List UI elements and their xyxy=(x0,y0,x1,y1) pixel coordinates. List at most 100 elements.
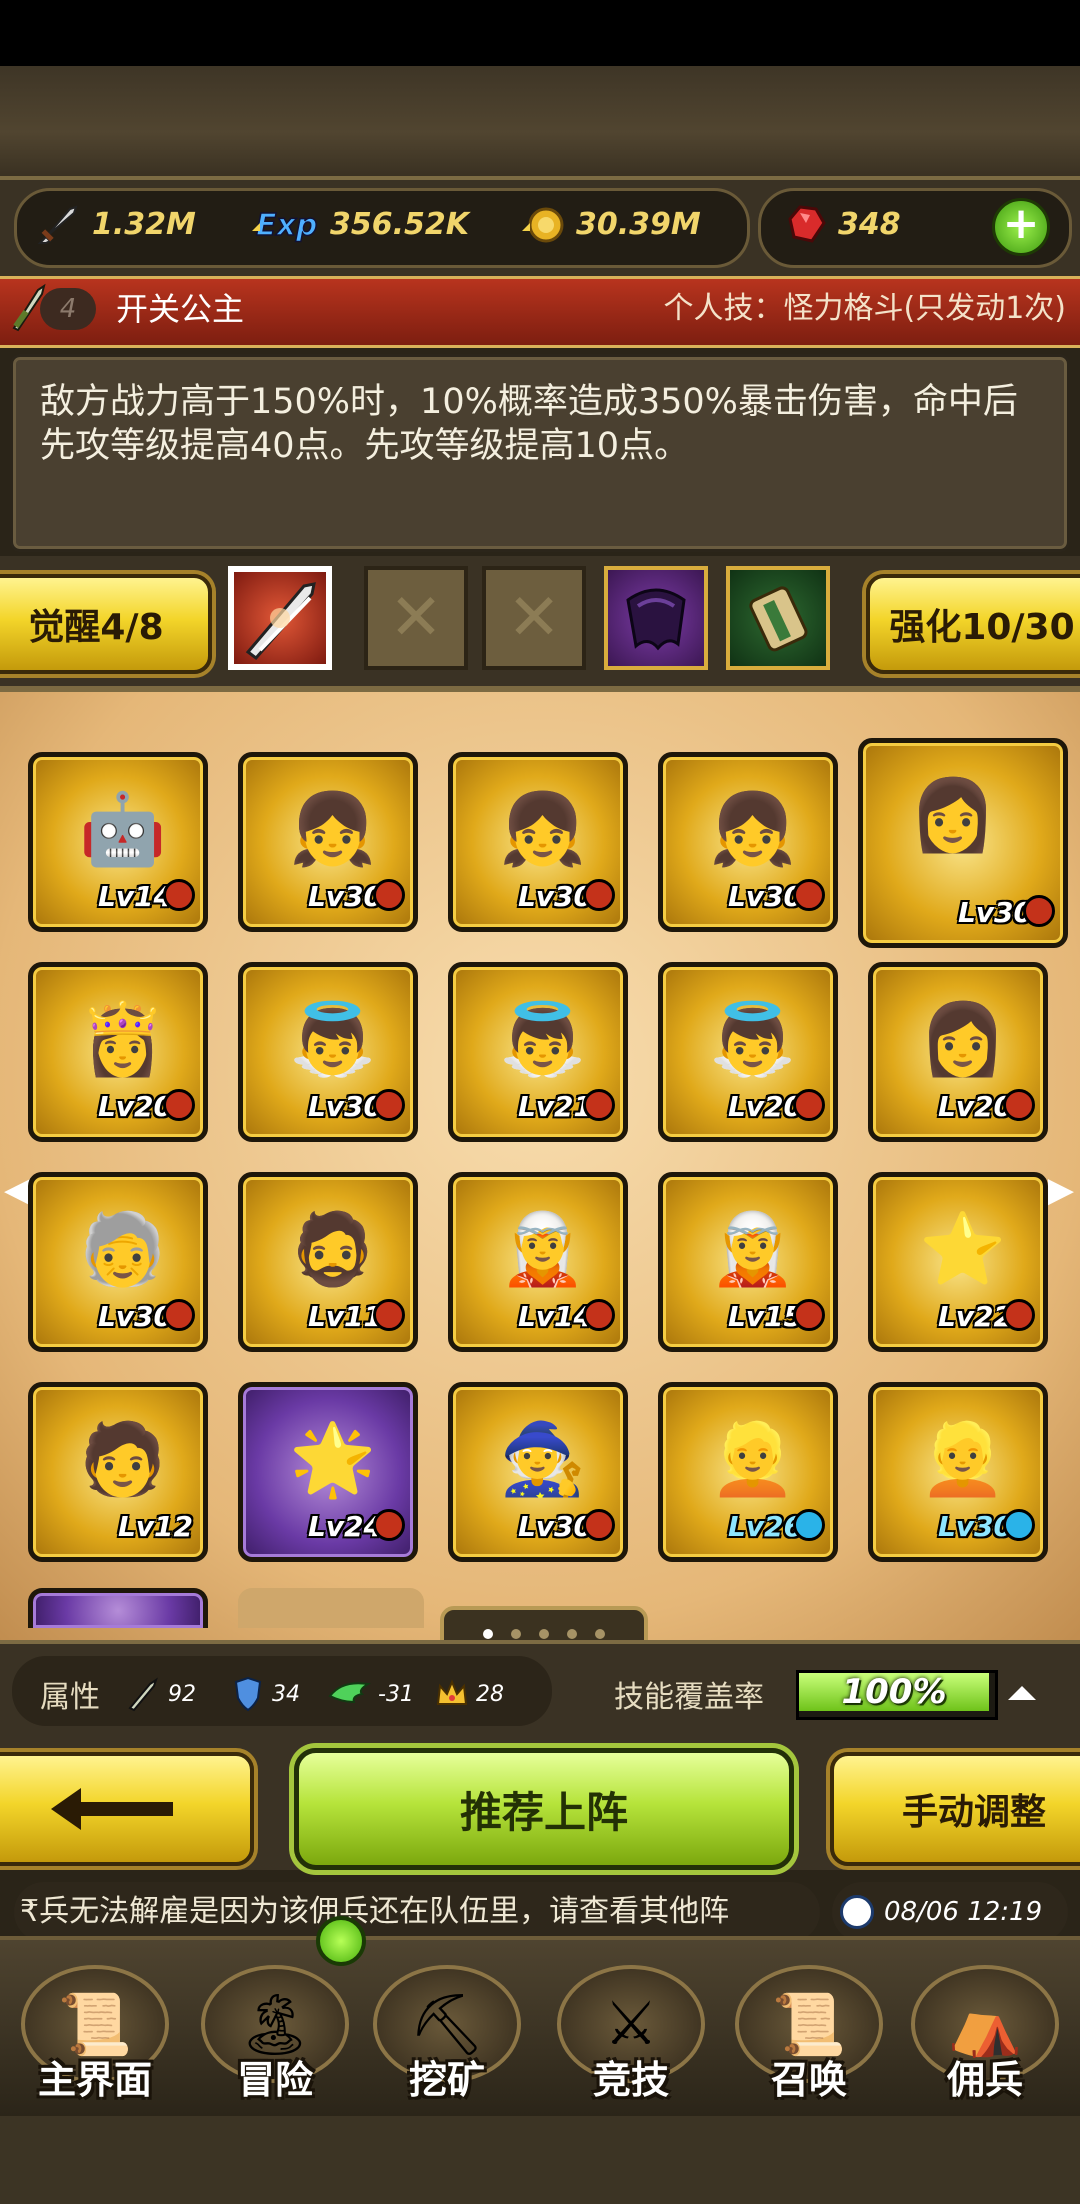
hero-level: Lv21 xyxy=(517,1090,593,1123)
exp-icon: Exp xyxy=(250,201,320,247)
equip-slot-empty-2[interactable]: ✕ xyxy=(482,566,586,670)
bottom-decoration xyxy=(0,2116,1080,2204)
nav-main-label: 主界面 xyxy=(37,2058,152,2102)
hero-card-star-creature[interactable]: ⭐ Lv22 xyxy=(868,1172,1048,1352)
equip-slot-empty-1[interactable]: ✕ xyxy=(364,566,468,670)
girl-hero-portrait: 👧 xyxy=(709,787,797,870)
hero-card-orange-hair-hero[interactable]: 🧑 Lv12 xyxy=(28,1382,208,1562)
hero-card-blonde-knight-hero[interactable]: 🧝 Lv15 xyxy=(658,1172,838,1352)
nav-summon-label: 召唤 xyxy=(770,2058,847,2102)
upgrade-badge-icon xyxy=(163,1299,195,1331)
hero-card-white-hair-hero[interactable]: 🧓 Lv30 xyxy=(28,1172,208,1352)
page-dot-active xyxy=(483,1629,493,1639)
blonde-girl-portrait: 👱 xyxy=(709,1417,797,1500)
exp-resource: Exp 356.52K xyxy=(250,196,469,252)
hero-level: Lv30 xyxy=(937,1510,1013,1543)
angel-hero-portrait: 👼 xyxy=(709,997,797,1080)
nav-main[interactable]: 📜 主界面 xyxy=(10,1944,180,2104)
upgrade-badge-icon xyxy=(793,1089,825,1121)
upgrade-badge-icon xyxy=(583,879,615,911)
hero-card-angel-hero[interactable]: 👼 Lv30 xyxy=(238,962,418,1142)
status-bar xyxy=(0,0,1080,66)
blade-icon xyxy=(245,582,316,661)
coin-value: 30.39M xyxy=(576,206,701,242)
blonde-knight-hero-portrait: 🧝 xyxy=(709,1207,797,1290)
angel-hero-portrait: 👼 xyxy=(499,997,587,1080)
hero-level: Lv20 xyxy=(727,1090,803,1123)
equip-slot-weapon[interactable] xyxy=(228,566,332,670)
hero-card-girl-hero[interactable]: 👧 Lv30 xyxy=(238,752,418,932)
back-arrow-icon xyxy=(51,1788,173,1830)
hero-level: Lv26 xyxy=(727,1510,803,1543)
nav-mercenary[interactable]: ⛺ 佣兵 xyxy=(900,1944,1070,2104)
hero-card-angel-hero[interactable]: 👼 Lv20 xyxy=(658,962,838,1142)
awaken-button[interactable]: 觉醒4/8 xyxy=(0,574,212,674)
equip-slot-cape[interactable] xyxy=(604,566,708,670)
page-left-arrow[interactable]: ◀ xyxy=(4,1170,30,1210)
recommend-button[interactable]: 推荐上阵 xyxy=(294,1748,794,1870)
nav-summon[interactable]: 📜 召唤 xyxy=(724,1944,894,2104)
hero-level: Lv30 xyxy=(517,1510,593,1543)
hero-card-starfish-creature[interactable]: 🌟 Lv24 xyxy=(238,1382,418,1562)
notification-dot xyxy=(316,1916,366,1966)
hero-level: Lv12 xyxy=(117,1510,193,1543)
equip-slot-scroll[interactable] xyxy=(726,566,830,670)
manual-adjust-button[interactable]: 手动调整 xyxy=(830,1752,1080,1866)
starfish-creature-portrait: 🌟 xyxy=(289,1417,377,1500)
hero-card-girl-hero[interactable]: 👧 Lv30 xyxy=(658,752,838,932)
back-button[interactable] xyxy=(0,1752,254,1866)
hero-card-princess-hero[interactable]: 👸 Lv20 xyxy=(28,962,208,1142)
nav-arena-label: 竞技 xyxy=(592,2058,669,2102)
hero-card-angel-hero[interactable]: 👼 Lv21 xyxy=(448,962,628,1142)
hero-card-partial[interactable] xyxy=(28,1588,208,1628)
hero-level: Lv24 xyxy=(307,1510,383,1543)
upgrade-badge-icon xyxy=(373,1089,405,1121)
hero-card-purple-hair-hero[interactable]: 👩 Lv20 xyxy=(868,962,1048,1142)
upgrade-badge-icon xyxy=(373,1299,405,1331)
gem-value: 348 xyxy=(838,206,901,242)
coverage-value: 100% xyxy=(841,1672,947,1712)
hero-level: Lv15 xyxy=(727,1300,803,1333)
nav-adventure[interactable]: 🏝 冒险 xyxy=(190,1944,360,2104)
nav-mining[interactable]: ⛏ 挖矿 xyxy=(362,1944,532,2104)
strengthen-button[interactable]: 强化10/30 xyxy=(866,574,1080,674)
coverage-label: 技能覆盖率 xyxy=(614,1680,764,1715)
news-ticker: ₹兵无法解雇是因为该佣兵还在队伍里，请查看其他阵 xyxy=(14,1882,820,1942)
upgrade-badge-icon xyxy=(1003,1089,1035,1121)
attr-crown-value: 28 xyxy=(476,1681,504,1707)
hero-card-blonde-knight-hero[interactable]: 🧝 Lv14 xyxy=(448,1172,628,1352)
hero-card-robot-hero[interactable]: 🤖 Lv14 xyxy=(28,752,208,932)
nav-arena[interactable]: ⚔ 竞技 xyxy=(546,1944,716,2104)
hero-card-red-hair-hero[interactable]: 👩 Lv30 xyxy=(858,738,1068,948)
add-gems-button[interactable]: + xyxy=(992,198,1050,256)
attr-attack-value: 92 xyxy=(168,1681,196,1707)
upgrade-badge-icon xyxy=(793,1299,825,1331)
star-badge-icon xyxy=(1003,1509,1035,1541)
blonde-girl-portrait: 👱 xyxy=(919,1417,1007,1500)
red-hair-hero-portrait: 👩 xyxy=(909,773,997,856)
blue-warrior-hero-portrait: 🧔 xyxy=(289,1207,377,1290)
hero-level: Lv11 xyxy=(307,1300,383,1333)
girl-hero-portrait: 👧 xyxy=(289,787,377,870)
attr-attack: 92 xyxy=(126,1676,196,1712)
nav-mercenary-label: 佣兵 xyxy=(946,2058,1023,2102)
page-dot xyxy=(567,1629,577,1639)
hero-card-girl-hero[interactable]: 👧 Lv30 xyxy=(448,752,628,932)
attack-attr-icon xyxy=(126,1676,162,1712)
hero-level: Lv30 xyxy=(307,880,383,913)
hero-level: Lv20 xyxy=(97,1090,173,1123)
cape-icon xyxy=(626,588,686,651)
hero-level: Lv30 xyxy=(97,1300,173,1333)
orange-hair-hero-portrait: 🧑 xyxy=(79,1417,167,1500)
hero-card-bearded-sage[interactable]: 🧙 Lv30 xyxy=(448,1382,628,1562)
hero-card-blonde-girl[interactable]: 👱 Lv30 xyxy=(868,1382,1048,1562)
hero-card-blue-warrior-hero[interactable]: 🧔 Lv11 xyxy=(238,1172,418,1352)
skill-description: 敌方战力高于150%时，10%概率造成350%暴击伤害，命中后先攻等级提高40点… xyxy=(40,382,1018,466)
star-badge-icon xyxy=(793,1509,825,1541)
hero-card-blonde-girl[interactable]: 👱 Lv26 xyxy=(658,1382,838,1562)
upgrade-badge-icon xyxy=(1003,1299,1035,1331)
attr-crown: 28 xyxy=(434,1676,504,1712)
page-right-arrow[interactable]: ▶ xyxy=(1048,1170,1074,1210)
expand-caret-icon[interactable] xyxy=(1008,1686,1036,1700)
nav-adventure-label: 冒险 xyxy=(236,2058,313,2102)
